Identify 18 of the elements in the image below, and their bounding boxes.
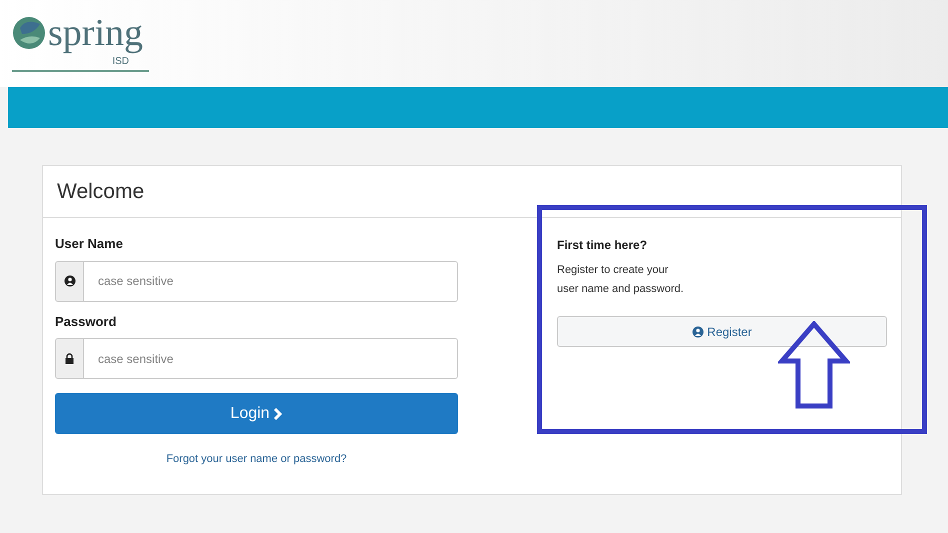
login-button[interactable]: Login bbox=[55, 393, 458, 434]
leaf-logo-icon bbox=[12, 16, 46, 50]
lock-icon bbox=[65, 353, 74, 364]
user-icon bbox=[692, 326, 704, 338]
forgot-link[interactable]: Forgot your user name or password? bbox=[166, 451, 347, 468]
field-label: User Name bbox=[55, 235, 124, 253]
logo-subtext: ISD bbox=[112, 57, 129, 67]
chevron-right-icon bbox=[272, 408, 283, 420]
register-button[interactable]: Register bbox=[557, 316, 887, 347]
field-label: Password bbox=[55, 312, 118, 330]
input-field[interactable]: case sensitive bbox=[84, 260, 458, 302]
register-text: user name and password. bbox=[557, 282, 685, 297]
card-title: Welcome bbox=[57, 178, 144, 205]
register-text: Register to create your bbox=[557, 263, 670, 278]
logo-text: spring bbox=[48, 11, 143, 56]
user-icon bbox=[64, 275, 76, 287]
input-field[interactable]: case sensitive bbox=[84, 338, 458, 379]
register-heading: First time here? bbox=[557, 237, 648, 254]
